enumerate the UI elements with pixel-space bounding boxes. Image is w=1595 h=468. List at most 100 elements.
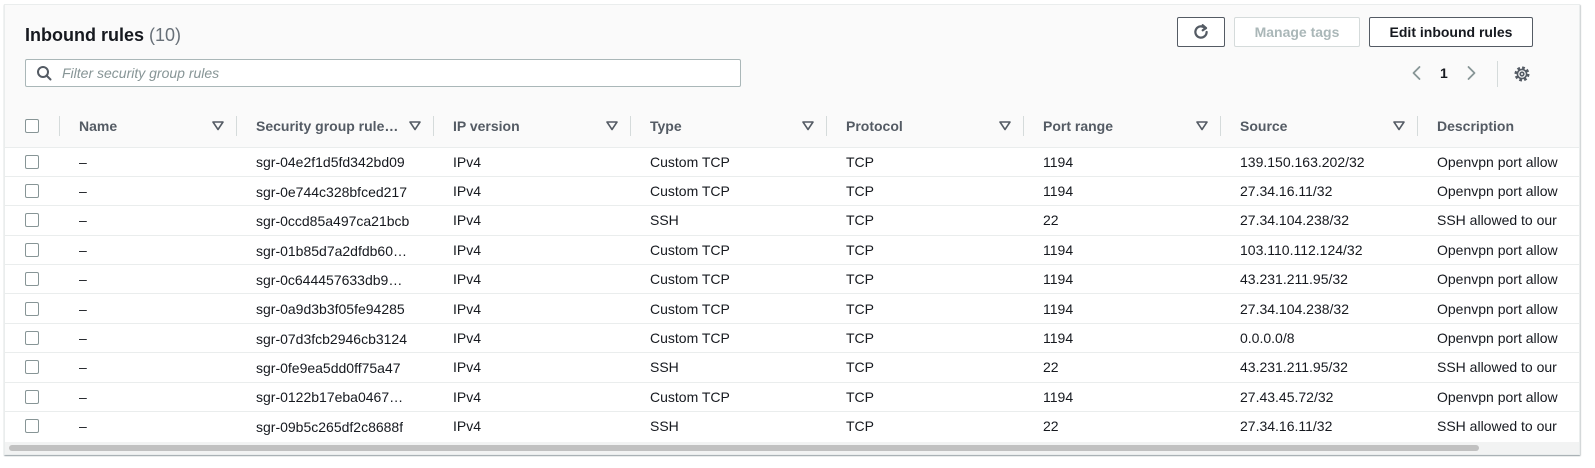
ip-version-cell-text: IPv4 [453,359,482,376]
protocol-cell: TCP [826,294,1023,323]
scrollbar-thumb[interactable] [9,445,1479,451]
row-checkbox[interactable] [25,154,39,169]
column-header-description[interactable]: Description [1417,105,1579,148]
source-cell: 27.34.104.238/32 [1220,294,1417,323]
table-row[interactable]: – sgr-0fe9ea5dd0ff75a47 IPv4 SSH TCP 22 43.231… [5,353,1579,383]
description-cell: Openvpn port allow [1417,176,1579,205]
name-cell: – [59,235,236,264]
column-header-name[interactable]: Name [59,105,236,148]
source-cell: 139.150.163.202/32 [1220,147,1417,176]
column-header-type[interactable]: Type [630,105,826,148]
type-cell: Custom TCP [630,147,826,176]
caret-down-icon[interactable] [1393,121,1405,131]
pager-divider [1497,61,1498,87]
protocol-cell-text: TCP [846,241,874,258]
description-cell: Openvpn port allow [1417,323,1579,352]
source-cell: 0.0.0.0/8 [1220,323,1417,352]
gear-icon[interactable] [1513,65,1531,83]
description-cell-text: Openvpn port allow [1437,183,1558,200]
table-header-row: Name Security group rule… IP version Typ… [5,105,1579,148]
table-row[interactable]: – sgr-01b85d7a2dfdb60… IPv4 Custom TCP TCP 11… [5,235,1579,265]
port-range-cell: 22 [1023,412,1220,441]
port-range-cell: 1194 [1023,294,1220,323]
ip-version-cell-text: IPv4 [453,212,482,229]
chevron-right-icon[interactable] [1463,65,1479,81]
row-checkbox[interactable] [25,389,39,404]
caret-down-icon[interactable] [999,121,1011,131]
type-cell-text: Custom TCP [650,330,730,347]
column-header-ip-version[interactable]: IP version [433,105,630,148]
horizontal-scrollbar[interactable] [5,442,1579,454]
page-number[interactable]: 1 [1440,65,1448,81]
source-cell: 27.43.45.72/32 [1220,382,1417,411]
description-cell-text: SSH allowed to our [1437,359,1557,376]
table-row[interactable]: – sgr-0e744c328bfced217 IPv4 Custom TCP TCP 1… [5,176,1579,206]
protocol-cell: TCP [826,323,1023,352]
row-checkbox[interactable] [25,419,39,434]
row-checkbox-cell [5,147,59,176]
protocol-cell: TCP [826,176,1023,205]
caret-down-icon[interactable] [802,121,814,131]
description-cell-text: Openvpn port allow [1437,153,1558,170]
refresh-button[interactable] [1177,17,1225,47]
source-cell-text: 0.0.0.0/8 [1240,330,1295,347]
protocol-cell-text: TCP [846,300,874,317]
column-header-protocol[interactable]: Protocol [826,105,1023,148]
caret-down-icon[interactable] [212,121,224,131]
caret-down-icon[interactable] [1196,121,1208,131]
caret-down-icon[interactable] [409,121,421,131]
table-row[interactable]: – sgr-09b5c265df2c8688f IPv4 SSH TCP 22 27.34.… [5,412,1579,441]
rule-id-cell-text: sgr-0ccd85a497ca21bcb [256,213,410,230]
port-range-cell-text: 22 [1043,359,1059,376]
ip-version-cell: IPv4 [433,382,630,411]
row-checkbox[interactable] [25,242,39,257]
table-row[interactable]: – sgr-04e2f1d5fd342bd09 IPv4 Custom TCP TCP 1… [5,147,1579,177]
edit-inbound-rules-button[interactable]: Edit inbound rules [1369,17,1533,47]
rule-id-cell-text: sgr-0122b17eba0467… [256,389,404,406]
row-checkbox[interactable] [25,272,39,287]
row-checkbox[interactable] [25,301,39,316]
row-checkbox[interactable] [25,213,39,228]
source-cell: 27.34.104.238/32 [1220,206,1417,235]
type-cell: Custom TCP [630,176,826,205]
ip-version-cell: IPv4 [433,147,630,176]
protocol-cell-text: TCP [846,388,874,405]
select-all-checkbox[interactable] [25,118,39,133]
type-cell-text: Custom TCP [650,388,730,405]
column-header-port-range[interactable]: Port range [1023,105,1220,148]
filter-input[interactable] [60,64,704,82]
name-cell-text: – [79,388,87,405]
source-cell-text: 27.34.16.11/32 [1240,183,1333,200]
name-cell: – [59,176,236,205]
port-range-cell-text: 1194 [1043,330,1074,347]
row-checkbox-cell [5,353,59,382]
name-cell-text: – [79,271,87,288]
port-range-cell: 22 [1023,206,1220,235]
row-checkbox[interactable] [25,331,39,346]
column-header-rule-id[interactable]: Security group rule… [236,105,433,148]
rule-id-cell-text: sgr-09b5c265df2c8688f [256,419,404,436]
panel-header: Inbound rules (10) Manage tags Edit inbo… [5,5,1579,106]
type-cell: Custom TCP [630,294,826,323]
search-icon [37,66,52,81]
ip-version-cell-text: IPv4 [453,418,482,435]
source-cell: 27.34.16.11/32 [1220,412,1417,441]
table-row[interactable]: – sgr-0a9d3b3f05fe94285 IPv4 Custom TCP TCP 1… [5,294,1579,324]
port-range-cell-text: 1194 [1043,183,1074,200]
rule-id-cell-text: sgr-07d3fcb2946cb3124 [256,330,408,347]
table-row[interactable]: – sgr-0ccd85a497ca21bcb IPv4 SSH TCP 22 27.34.… [5,206,1579,236]
column-header-source[interactable]: Source [1220,105,1417,148]
row-checkbox[interactable] [25,184,39,199]
chevron-left-icon[interactable] [1409,65,1425,81]
ip-version-cell-text: IPv4 [453,330,482,347]
table-row[interactable]: – sgr-0c644457633db9… IPv4 Custom TCP TCP 119… [5,265,1579,294]
manage-tags-button[interactable]: Manage tags [1234,17,1360,47]
table-row[interactable]: – sgr-0122b17eba0467… IPv4 Custom TCP TCP 119… [5,382,1579,412]
description-cell: Openvpn port allow [1417,235,1579,264]
rule-id-cell: sgr-07d3fcb2946cb3124 [236,323,433,352]
type-cell-text: Custom TCP [650,241,730,258]
caret-down-icon[interactable] [606,121,618,131]
row-checkbox-cell [5,235,59,264]
row-checkbox[interactable] [25,360,39,375]
table-row[interactable]: – sgr-07d3fcb2946cb3124 IPv4 Custom TCP TCP 1… [5,323,1579,353]
